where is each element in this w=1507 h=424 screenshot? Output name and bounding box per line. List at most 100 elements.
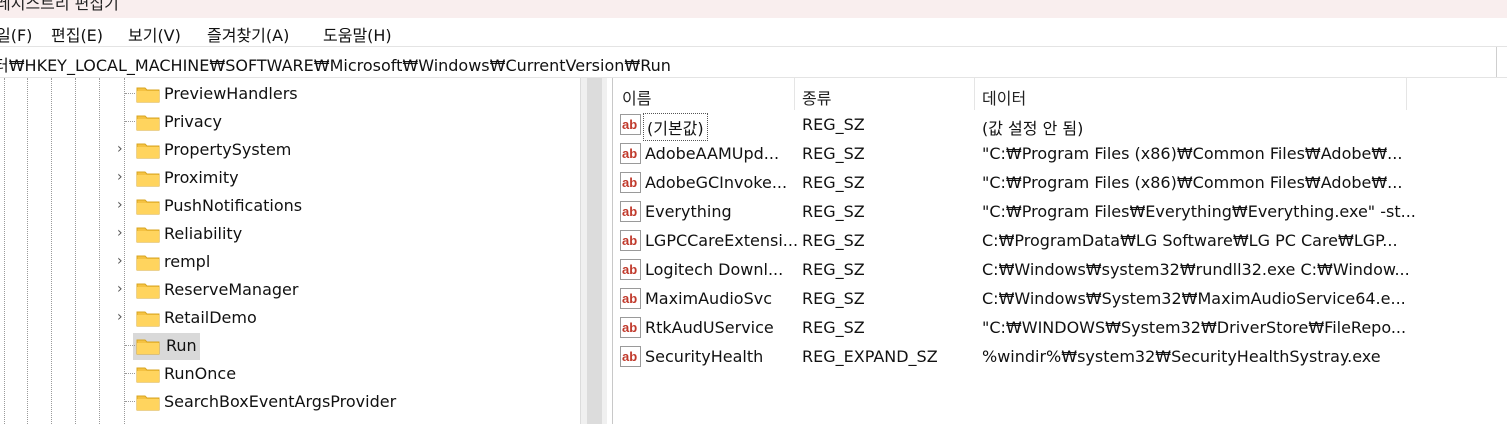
column-name[interactable]: 이름 [622,85,651,109]
value-type: REG_EXPAND_SZ [802,347,938,366]
chevron-right-icon[interactable]: › [117,281,123,297]
pane-splitter[interactable] [580,78,607,424]
tree-item[interactable]: › ReserveManager [0,276,580,304]
value-row[interactable]: ab LGPCCareExtensi... REG_SZ C:₩ProgramData… [613,227,1507,256]
svg-text:ab: ab [622,175,637,190]
address-bar[interactable]: 터₩HKEY_LOCAL_MACHINE₩SOFTWARE₩Microsoft₩… [0,46,1507,78]
tree-item[interactable]: › Proximity [0,164,580,192]
svg-text:ab: ab [622,233,637,248]
tree-item[interactable]: PreviewHandlers [0,80,580,108]
tree-item[interactable]: › PropertySystem [0,136,580,164]
string-value-icon: ab [620,346,641,367]
tree-connector [125,345,135,346]
value-row[interactable]: ab Everything REG_SZ "C:₩Program Files₩Ever… [613,198,1507,227]
tree-item-label: RunOnce [164,364,237,383]
column-data[interactable]: 데이터 [982,85,1026,109]
tree-item-label: PushNotifications [164,196,303,215]
value-row[interactable]: ab MaximAudioSvc REG_SZ C:₩Windows₩System32… [613,285,1507,314]
chevron-right-icon[interactable]: › [117,141,123,157]
value-data: "C:₩Program Files (x86)₩Common Files₩Ado… [982,173,1403,192]
tree-item-label: RetailDemo [164,308,257,327]
chevron-right-icon[interactable]: › [117,169,123,185]
svg-text:ab: ab [622,146,637,161]
value-row[interactable]: ab (기본값) REG_SZ (값 설정 안 됨) [613,111,1507,141]
menu-bar: 일(F) 편집(E) 보기(V) 즐겨찾기(A) 도움말(H) [0,18,1507,46]
value-type: REG_SZ [802,173,865,192]
value-type: REG_SZ [802,144,865,163]
key-tree[interactable]: PreviewHandlers Privacy › PropertySystem › Pr… [0,78,580,424]
tree-item[interactable]: Privacy [0,108,580,136]
menu-favorites[interactable]: 즐겨찾기(A) [207,22,289,46]
svg-text:ab: ab [622,262,637,277]
value-data: %windir%₩system32₩SecurityHealthSystray.… [982,347,1381,366]
tree-connector [125,373,135,374]
string-value-icon: ab [620,230,641,251]
chevron-right-icon[interactable]: › [117,253,123,269]
column-divider[interactable] [974,78,975,110]
string-value-icon: ab [620,288,641,309]
tree-item[interactable]: › rempl [0,248,580,276]
value-type: REG_SZ [802,231,865,250]
tree-item-label: SearchBoxEventArgsProvider [164,392,397,411]
value-data: C:₩Windows₩System32₩MaximAudioService64.… [982,289,1406,308]
value-type: REG_SZ [802,318,865,337]
value-row[interactable]: ab AdobeGCInvoke... REG_SZ "C:₩Program File… [613,169,1507,198]
string-value-icon: ab [620,172,641,193]
chevron-right-icon[interactable]: › [117,225,123,241]
title-bar: 레지스트리 편집기 [0,0,1507,18]
value-name: (기본값) [643,113,708,141]
menu-file[interactable]: 일(F) [0,22,32,46]
menu-help[interactable]: 도움말(H) [323,22,392,46]
string-value-icon: ab [620,201,641,222]
tree-item[interactable]: › Reliability [0,220,580,248]
folder-icon [136,311,160,327]
address-path[interactable]: 터₩HKEY_LOCAL_MACHINE₩SOFTWARE₩Microsoft₩… [0,52,671,76]
value-data: "C:₩WINDOWS₩System32₩DriverStore₩FileRep… [982,318,1407,337]
svg-text:ab: ab [622,291,637,306]
tree-item-label: PropertySystem [164,140,292,159]
menu-edit[interactable]: 편집(E) [51,22,103,46]
value-row[interactable]: ab RtkAudUService REG_SZ "C:₩WINDOWS₩System… [613,314,1507,343]
string-value-icon: ab [620,114,641,135]
tree-scrollbar[interactable] [587,78,602,424]
tree-connector [125,93,135,94]
tree-item-label: ReserveManager [164,280,299,299]
column-header: 이름 종류 데이터 [613,78,1507,110]
tree-item[interactable]: › RetailDemo [0,304,580,332]
value-data: "C:₩Program Files₩Everything₩Everything.… [982,202,1416,221]
folder-icon [136,199,160,215]
folder-icon [136,255,160,271]
tree-item-label: Run [166,336,197,355]
values-pane[interactable]: 이름 종류 데이터 ab (기본값) REG_SZ (값 설정 안 됨) ab Adobe… [612,78,1507,424]
value-row[interactable]: ab AdobeAAMUpd... REG_SZ "C:₩Program Files … [613,140,1507,169]
chevron-right-icon[interactable]: › [117,309,123,325]
string-value-icon: ab [620,143,641,164]
folder-icon [136,339,160,355]
string-value-icon: ab [620,317,641,338]
menu-view[interactable]: 보기(V) [128,22,181,46]
tree-item[interactable]: › PushNotifications [0,192,580,220]
tree-item[interactable]: SearchBoxEventArgsProvider [0,388,580,416]
tree-item[interactable]: RunOnce [0,360,580,388]
value-data: (값 설정 안 됨) [982,119,1084,138]
string-value-icon: ab [620,259,641,280]
column-type[interactable]: 종류 [802,85,831,109]
tree-connector [125,401,135,402]
value-name: AdobeAAMUpd... [645,144,780,163]
chevron-right-icon[interactable]: › [117,197,123,213]
value-name: SecurityHealth [645,347,764,366]
folder-icon [136,87,160,103]
value-name: AdobeGCInvoke... [645,173,788,192]
value-row[interactable]: ab Logitech Downl... REG_SZ C:₩Windows₩syst… [613,256,1507,285]
folder-icon [136,395,160,411]
tree-item-label: Reliability [164,224,243,243]
svg-text:ab: ab [622,320,637,335]
tree-item[interactable]: Run [0,332,580,360]
value-row[interactable]: ab SecurityHealth REG_EXPAND_SZ %windir%₩sy… [613,343,1507,372]
column-divider[interactable] [794,78,795,110]
tree-item-label: rempl [164,252,211,271]
svg-text:ab: ab [622,349,637,364]
column-divider[interactable] [1406,78,1407,110]
value-name: RtkAudUService [645,318,774,337]
folder-icon [136,367,160,383]
